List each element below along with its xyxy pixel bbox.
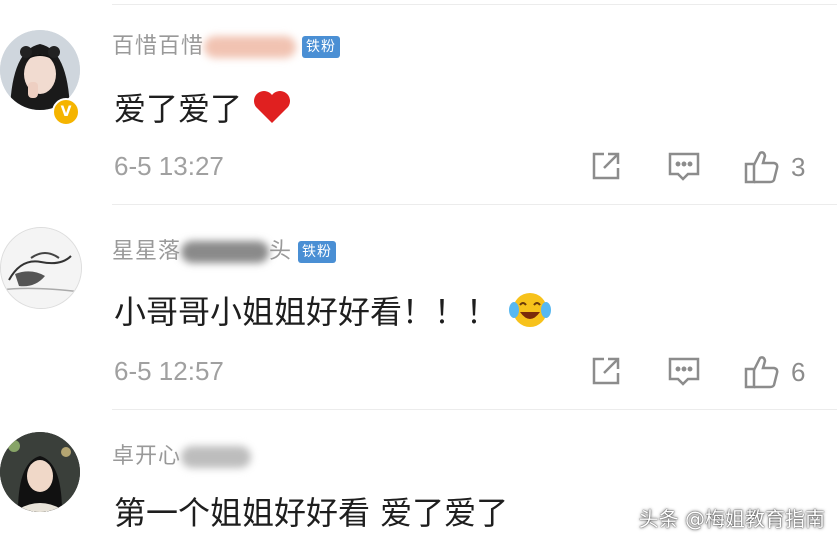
avatar[interactable] [0, 432, 80, 512]
username[interactable]: 星星落头铁粉 [112, 233, 337, 265]
share-icon[interactable] [588, 353, 624, 389]
fan-badge: 铁粉 [302, 36, 341, 58]
comment-item: V 百惜百惜 铁粉 爱了爱了 6-5 13:27 3 [0, 0, 837, 205]
comment-actions: 6 [588, 353, 828, 393]
like-icon[interactable] [742, 148, 782, 186]
like-icon[interactable] [742, 353, 782, 391]
like-count: 6 [791, 357, 806, 387]
heart-emoji [252, 89, 292, 133]
verified-icon: V [52, 98, 80, 126]
comment-text: 爱了爱了 [114, 84, 292, 133]
avatar[interactable]: V [0, 30, 80, 126]
like-count: 3 [791, 152, 806, 182]
avatar[interactable] [0, 227, 82, 309]
share-icon[interactable] [588, 148, 624, 184]
username[interactable]: 百惜百惜 铁粉 [112, 28, 341, 60]
comment-icon[interactable] [666, 353, 702, 389]
fan-badge: 铁粉 [298, 241, 337, 263]
comment-text: 小哥哥小姐姐好好看！！！ [114, 287, 552, 338]
crying-laughing-emoji [508, 290, 552, 338]
divider [112, 4, 837, 5]
comment-time: 6-5 12:57 [114, 356, 224, 386]
comment-icon[interactable] [666, 148, 702, 184]
comment-actions: 3 [588, 148, 828, 188]
watermark: 头条 @梅姐教育指南 [638, 507, 825, 531]
comment-item: 星星落头铁粉 小哥哥小姐姐好好看！！！ 6-5 12:57 6 [0, 205, 837, 410]
comment-time: 6-5 13:27 [114, 151, 224, 181]
username[interactable]: 卓开心 [112, 438, 252, 470]
comment-text: 第一个姐姐好好看 爱了爱了 [114, 494, 509, 532]
